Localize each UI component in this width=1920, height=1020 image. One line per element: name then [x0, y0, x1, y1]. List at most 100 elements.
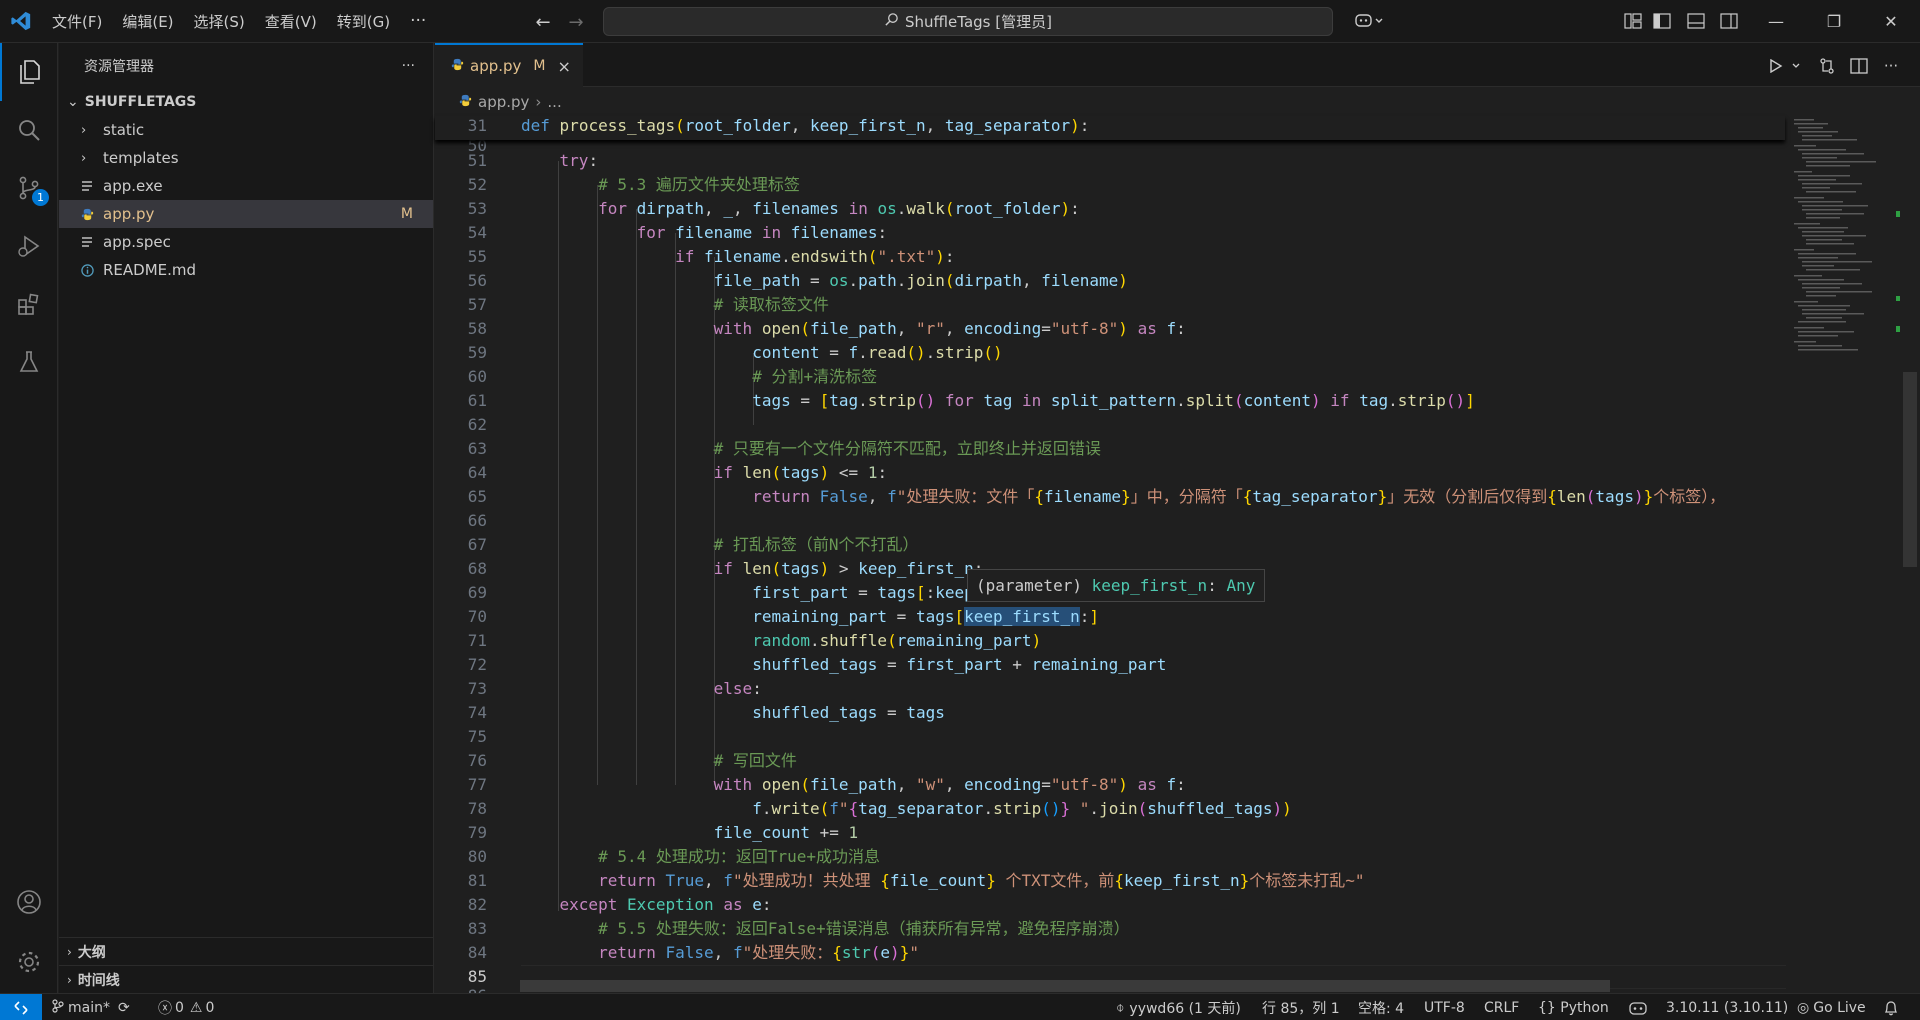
code-line: 64 if len(tags) <= 1:: [435, 461, 1785, 485]
run-dropdown-chevron-icon[interactable]: [1785, 55, 1807, 77]
forward-arrow-icon[interactable]: →: [564, 10, 588, 34]
language-mode[interactable]: {} Python: [1538, 994, 1609, 1020]
timeline-title: 时间线: [77, 972, 120, 989]
breadcrumb-file[interactable]: app.py: [478, 93, 529, 111]
breadcrumb: app.py › ...: [435, 88, 1920, 116]
error-count: 0: [175, 999, 184, 1016]
back-arrow-icon[interactable]: ←: [531, 10, 555, 34]
code-line: 70 remaining_part = tags[keep_first_n:]: [435, 605, 1785, 629]
explorer-header: 资源管理器 ···: [59, 43, 433, 88]
code-line: 71 random.shuffle(remaining_part): [435, 629, 1785, 653]
warning-count: 0: [205, 999, 215, 1016]
code-line-text: with open(file_path, "w", encoding="utf-…: [713, 775, 1186, 794]
code-line: 84 return False, f"处理失败：{str(e)}": [435, 941, 1785, 965]
git-blame-item[interactable]: ⌽ yywd66 (1 天前): [1116, 994, 1241, 1020]
toggle-secondary-sidebar-icon[interactable]: [1718, 10, 1740, 32]
settings-gear-icon[interactable]: [0, 933, 58, 991]
vertical-scrollbar-thumb[interactable]: [1903, 372, 1917, 567]
outline-section[interactable]: › 大纲: [59, 937, 434, 965]
tree-item-static[interactable]: › static: [59, 116, 433, 144]
info-icon: [81, 263, 97, 277]
compare-changes-icon[interactable]: [1816, 55, 1838, 77]
workspace-folder-header[interactable]: ⌄ SHUFFLETAGS: [59, 88, 433, 116]
code-editor[interactable]: 31 def process_tags(root_folder, keep_fi…: [435, 116, 1920, 993]
code-line-text: if len(tags) > keep_first_n:: [713, 559, 984, 578]
copilot-chat-icon[interactable]: [1350, 8, 1390, 34]
git-branch-item[interactable]: main* ⟳: [52, 994, 130, 1020]
toggle-primary-sidebar-icon[interactable]: [1651, 10, 1673, 32]
run-debug-icon[interactable]: [0, 217, 58, 275]
hover-type: Any: [1226, 576, 1256, 595]
code-line-text: def process_tags(root_folder, keep_first…: [521, 116, 1090, 135]
explorer-title: 资源管理器: [84, 58, 154, 75]
tab-close-icon[interactable]: ×: [558, 57, 571, 76]
tree-item-label: templates: [103, 149, 179, 167]
minimize-icon[interactable]: —: [1747, 0, 1805, 43]
testing-flask-icon[interactable]: [0, 333, 58, 391]
editor-more-button[interactable]: ···: [1880, 55, 1902, 77]
line-number: 61: [467, 391, 487, 410]
python-interpreter[interactable]: 3.10.11 (3.10.11): [1666, 994, 1788, 1020]
command-center-search[interactable]: ShuffleTags [管理员]: [603, 7, 1333, 36]
code-line-text: content = f.read().strip(): [752, 343, 1003, 362]
tree-item-app-exe[interactable]: app.exe: [59, 172, 433, 200]
account-icon[interactable]: [0, 873, 58, 931]
run-python-icon[interactable]: [1765, 55, 1787, 77]
search-icon[interactable]: [0, 101, 58, 159]
line-number: 79: [467, 823, 487, 842]
breadcrumb-more[interactable]: ...: [547, 93, 561, 111]
horizontal-scrollbar-thumb[interactable]: [520, 980, 1610, 992]
indentation[interactable]: 空格: 4: [1358, 994, 1404, 1020]
workspace-folder-name: SHUFFLETAGS: [84, 94, 197, 110]
restore-icon[interactable]: ❐: [1805, 0, 1863, 43]
close-window-icon[interactable]: ✕: [1862, 0, 1920, 43]
sync-icon[interactable]: ⟳: [118, 1000, 130, 1016]
sticky-scroll-header[interactable]: 31 def process_tags(root_folder, keep_fi…: [435, 116, 1785, 140]
line-number: 67: [467, 535, 487, 554]
code-line: 60 # 分割+清洗标签: [435, 365, 1785, 389]
tree-item-readme[interactable]: README.md: [59, 256, 433, 284]
code-line-text: tags = [tag.strip() for tag in split_pat…: [752, 391, 1475, 410]
minimap[interactable]: [1786, 116, 1901, 993]
code-line-text: shuffled_tags = first_part + remaining_p…: [752, 655, 1167, 674]
encoding[interactable]: UTF-8: [1424, 994, 1465, 1020]
explorer-more-button[interactable]: ···: [402, 58, 415, 74]
hover-sep: :: [1207, 576, 1227, 595]
tab-modified-badge: M: [533, 58, 546, 74]
end-of-line[interactable]: CRLF: [1484, 994, 1519, 1020]
tree-item-templates[interactable]: › templates: [59, 144, 433, 172]
code-line: 75: [435, 725, 1785, 749]
menu-edit[interactable]: 编辑(E): [112, 0, 183, 43]
extensions-icon[interactable]: [0, 275, 58, 333]
explorer-icon[interactable]: [0, 43, 58, 101]
line-number: 58: [467, 319, 487, 338]
copilot-status-icon[interactable]: [1628, 994, 1648, 1020]
line-number: 81: [467, 871, 487, 890]
customize-layout-icon[interactable]: [1622, 10, 1644, 32]
menu-selection[interactable]: 选择(S): [184, 0, 255, 43]
timeline-section[interactable]: › 时间线: [59, 965, 434, 993]
chevron-right-icon: ›: [67, 944, 72, 959]
split-editor-icon[interactable]: [1848, 55, 1870, 77]
explorer-sidebar: 资源管理器 ··· ⌄ SHUFFLETAGS › static › templ…: [59, 43, 434, 993]
line-number: 69: [467, 583, 487, 602]
code-line: 66: [435, 509, 1785, 533]
notifications-bell-icon[interactable]: [1884, 994, 1898, 1020]
menu-more-button[interactable]: ···: [400, 11, 436, 31]
menu-view[interactable]: 查看(V): [255, 0, 327, 43]
go-live-button[interactable]: ◎ Go Live: [1797, 994, 1866, 1020]
tab-app-py[interactable]: app.py M ×: [435, 43, 583, 87]
remote-indicator-icon[interactable]: [0, 994, 42, 1020]
tree-item-app-py[interactable]: app.py M: [59, 200, 433, 228]
code-line-text: # 5.3 遍历文件夹处理标签: [598, 175, 800, 194]
source-control-icon[interactable]: 1: [0, 159, 58, 217]
chevron-right-icon: ›: [535, 93, 542, 111]
toggle-panel-icon[interactable]: [1685, 10, 1707, 32]
activity-bar: 1: [0, 43, 58, 993]
menu-file[interactable]: 文件(F): [42, 0, 112, 43]
cursor-position[interactable]: 行 85，列 1: [1262, 994, 1340, 1020]
problems-item[interactable]: ⓧ 0 ⚠ 0: [158, 994, 214, 1020]
warning-icon: ⚠: [189, 999, 203, 1016]
tree-item-app-spec[interactable]: app.spec: [59, 228, 433, 256]
menu-go[interactable]: 转到(G): [327, 0, 400, 43]
